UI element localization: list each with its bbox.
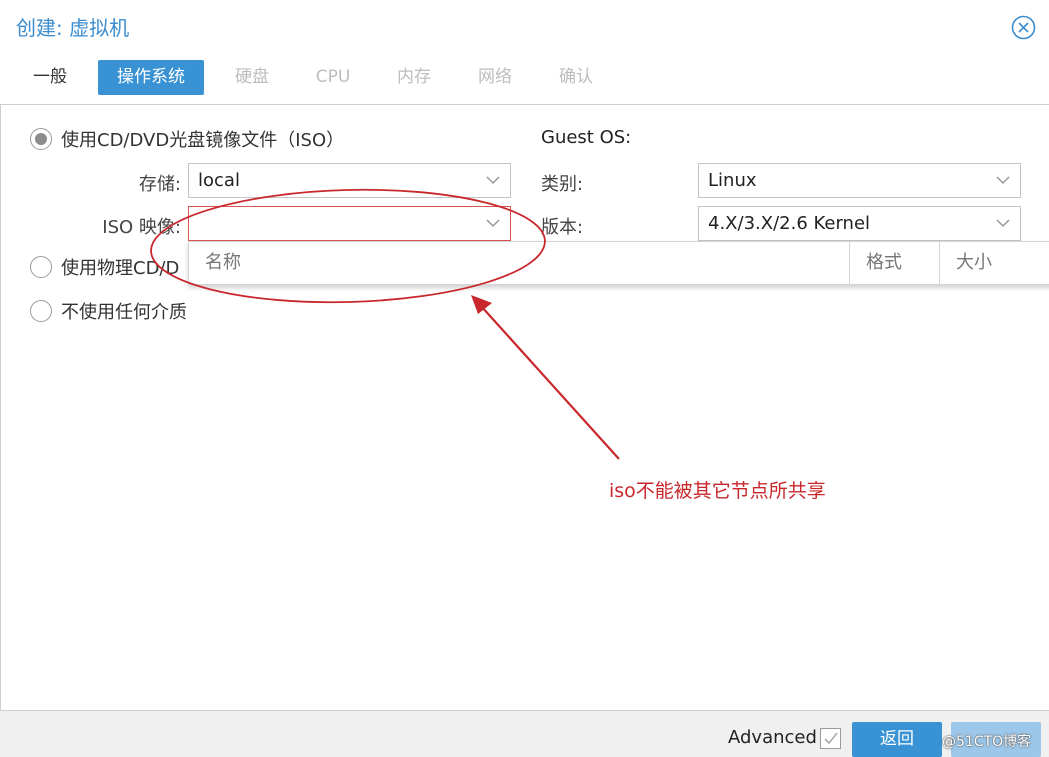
dialog-title: 创建: 虚拟机 — [16, 16, 130, 40]
iso-image-label: ISO 映像: — [102, 217, 181, 238]
storage-select[interactable]: local — [188, 163, 511, 198]
radio-use-iso[interactable]: 使用CD/DVD光盘镜像文件（ISO） — [30, 126, 344, 152]
chevron-down-icon[interactable] — [996, 176, 1010, 185]
column-header-format[interactable]: 格式 — [849, 242, 939, 284]
wizard-tabs: 一般 操作系统 硬盘 CPU 内存 网络 确认 — [0, 60, 1049, 105]
column-header-name[interactable]: 名称 — [189, 242, 849, 284]
radio-use-iso-label: 使用CD/DVD光盘镜像文件（ISO） — [61, 130, 345, 151]
tab-general[interactable]: 一般 — [20, 60, 80, 95]
advanced-label: Advanced — [728, 727, 817, 748]
os-version-value: 4.X/3.X/2.6 Kernel — [708, 213, 871, 234]
tab-memory: 内存 — [397, 67, 431, 87]
tab-confirm: 确认 — [559, 67, 593, 87]
column-header-size[interactable]: 大小 — [939, 242, 1049, 284]
tab-disk: 硬盘 — [235, 67, 269, 87]
chevron-down-icon[interactable] — [486, 176, 500, 185]
os-version-select[interactable]: 4.X/3.X/2.6 Kernel — [698, 206, 1021, 241]
os-type-select[interactable]: Linux — [698, 163, 1021, 198]
radio-use-physical-label: 使用物理CD/D — [61, 258, 180, 279]
radio-circle — [30, 256, 52, 278]
chevron-down-icon[interactable] — [996, 219, 1010, 228]
watermark-text: @51CTO博客 — [942, 734, 1032, 750]
tab-cpu: CPU — [315, 67, 351, 87]
create-vm-dialog: 创建: 虚拟机 一般 操作系统 硬盘 CPU 内存 网络 确认 使用CD/DVD… — [0, 0, 1049, 757]
checkmark-icon — [824, 732, 838, 745]
os-type-label: 类别: — [541, 174, 584, 195]
os-type-value: Linux — [708, 170, 757, 191]
storage-value: local — [198, 170, 240, 191]
radio-circle — [30, 300, 52, 322]
storage-label: 存储: — [138, 174, 181, 195]
guest-os-heading: Guest OS: — [541, 127, 632, 148]
tab-network: 网络 — [478, 67, 512, 87]
iso-image-select[interactable] — [188, 206, 511, 241]
radio-use-physical[interactable]: 使用物理CD/D — [30, 254, 179, 280]
os-version-label: 版本: — [541, 217, 584, 238]
radio-no-media[interactable]: 不使用任何介质 — [30, 298, 187, 324]
close-icon[interactable] — [1011, 15, 1036, 40]
back-button[interactable]: 返回 — [852, 722, 942, 757]
radio-no-media-label: 不使用任何介质 — [61, 302, 187, 323]
chevron-down-icon[interactable] — [486, 219, 500, 228]
iso-dropdown-list[interactable]: 名称 格式 大小 — [188, 241, 1049, 285]
advanced-checkbox[interactable] — [820, 728, 841, 749]
annotation-text: iso不能被其它节点所共享 — [609, 480, 826, 502]
tab-os[interactable]: 操作系统 — [98, 60, 204, 95]
radio-circle-checked — [30, 128, 52, 150]
